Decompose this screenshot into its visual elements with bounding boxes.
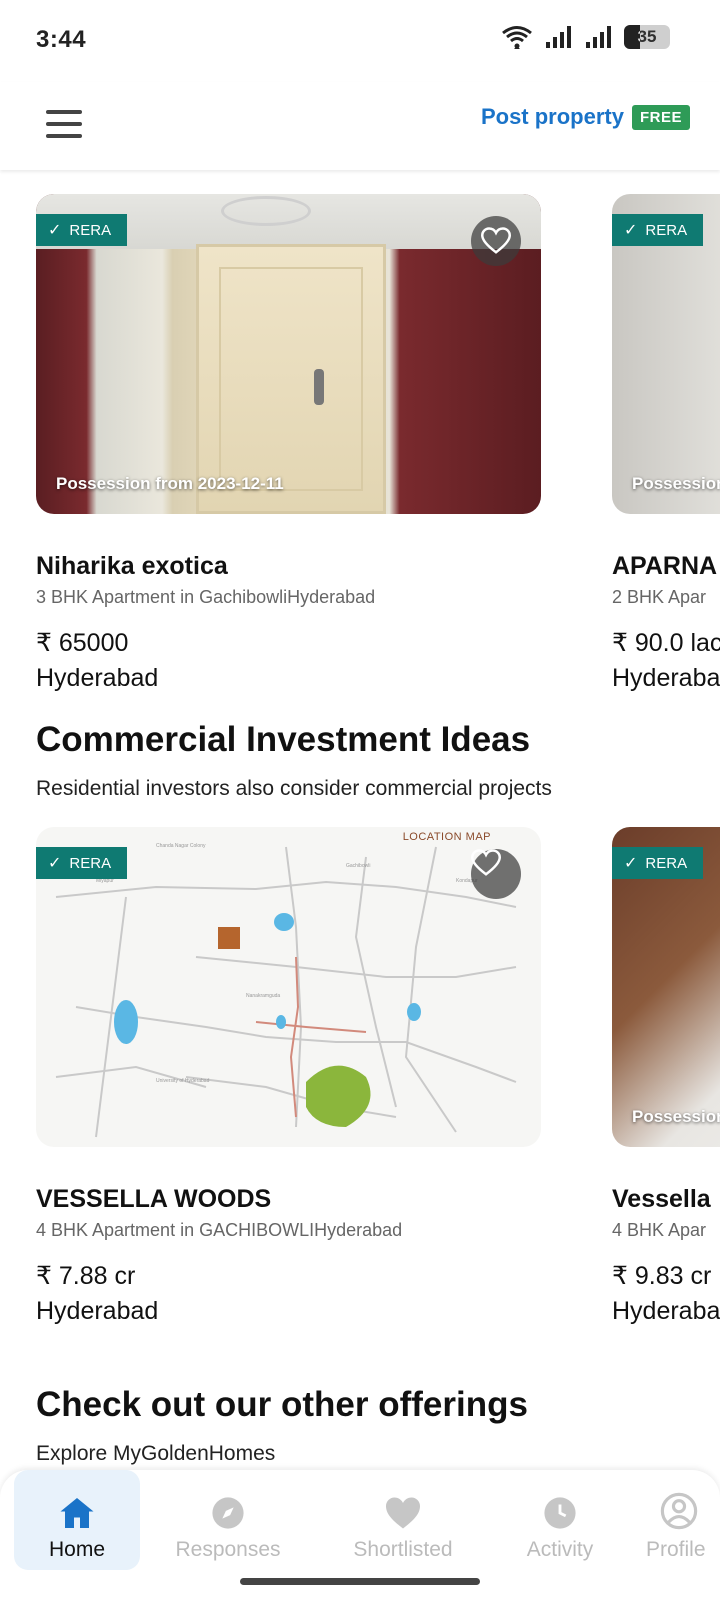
home-icon <box>60 1498 94 1528</box>
project-card[interactable]: ✓ RERA Possession from 2023-12-11 Nihari… <box>36 194 541 693</box>
wifi-icon <box>502 26 532 49</box>
nav-activity[interactable]: Activity <box>500 1470 620 1570</box>
status-icons: 35 <box>500 24 670 50</box>
post-property-label: Post property <box>480 104 624 129</box>
ceiling-fan-icon <box>221 196 311 226</box>
heart-icon <box>471 849 501 876</box>
check-icon: ✓ <box>48 855 62 872</box>
project-image[interactable]: ✓ RERA Possession <box>612 194 720 514</box>
possession-date: Possession <box>632 474 720 493</box>
shortlist-heart-button[interactable] <box>471 849 521 899</box>
signal-icon-2 <box>586 26 611 48</box>
section-subtitle-offerings: Explore MyGoldenHomes <box>36 1442 276 1465</box>
signal-icon-1 <box>546 26 571 48</box>
free-badge: FREE <box>631 104 690 130</box>
project-card[interactable]: Chanda Nagar Colony Miyapur Gachibowli K… <box>36 827 541 1326</box>
check-icon: ✓ <box>624 222 638 239</box>
project-price: ₹ 65000 <box>36 629 129 657</box>
nav-profile-label: Profile <box>646 1538 706 1561</box>
check-icon: ✓ <box>624 855 638 872</box>
rera-badge: ✓ RERA <box>36 214 128 246</box>
nav-profile[interactable]: Profile <box>646 1470 720 1570</box>
nav-home-label: Home <box>48 1538 106 1561</box>
project-city: Hyderabad <box>36 1297 159 1325</box>
map-title: LOCATION MAP <box>402 831 491 843</box>
clock-icon <box>544 1497 576 1529</box>
project-image[interactable]: ✓ RERA Possession from 2023-12-11 <box>36 194 541 514</box>
commercial-carousel[interactable]: Chanda Nagar Colony Miyapur Gachibowli K… <box>0 827 720 1337</box>
battery-level: 35 <box>637 27 657 46</box>
project-title: APARNA <box>612 552 718 580</box>
rera-label: RERA <box>645 221 688 239</box>
rera-badge: ✓ RERA <box>612 847 704 879</box>
project-price: ₹ 7.88 cr <box>36 1262 136 1290</box>
post-property-link[interactable]: Post property FREE <box>481 104 690 130</box>
project-title: VESSELLA WOODS <box>36 1185 272 1213</box>
svg-text:University of Hyderabad: University of Hyderabad <box>156 1078 210 1084</box>
rera-badge: ✓ RERA <box>36 847 128 879</box>
possession-date: Possession <box>632 1107 720 1126</box>
project-subtitle: 4 BHK Apartment in GACHIBOWLIHyderabad <box>36 1220 403 1240</box>
section-title-commercial: Commercial Investment Ideas <box>36 720 531 759</box>
rera-label: RERA <box>645 854 688 872</box>
svg-text:Nanakramguda: Nanakramguda <box>246 993 280 999</box>
project-price: ₹ 90.0 lac <box>612 629 720 657</box>
project-title: Niharika exotica <box>36 552 228 580</box>
project-city: Hyderabad <box>36 664 159 692</box>
rera-badge: ✓ RERA <box>612 214 704 246</box>
top-app-bar: Post property FREE <box>0 82 720 170</box>
svg-text:Chanda Nagar Colony: Chanda Nagar Colony <box>156 843 206 849</box>
nav-home[interactable]: Home <box>14 1470 140 1570</box>
battery-icon: 35 <box>624 25 670 49</box>
project-card[interactable]: ✓ RERA Possession Vessella 4 BHK Apar ₹ … <box>612 827 720 1326</box>
project-subtitle: 3 BHK Apartment in GachibowliHyderabad <box>36 587 376 607</box>
project-image[interactable]: ✓ RERA Possession <box>612 827 720 1147</box>
check-icon: ✓ <box>48 222 62 239</box>
possession-date: Possession from 2023-12-11 <box>56 474 284 493</box>
project-subtitle: 4 BHK Apar <box>612 1220 707 1240</box>
profile-icon <box>660 1492 698 1530</box>
project-price: ₹ 9.83 cr <box>612 1262 712 1290</box>
nav-shortlisted-label: Shortlisted <box>353 1538 453 1561</box>
nav-activity-label: Activity <box>526 1538 594 1561</box>
project-image[interactable]: Chanda Nagar Colony Miyapur Gachibowli K… <box>36 827 541 1147</box>
project-card[interactable]: ✓ RERA Possession APARNA 2 BHK Apar ₹ 90… <box>612 194 720 693</box>
hamburger-menu-icon[interactable] <box>46 102 90 146</box>
project-title: Vessella <box>612 1185 711 1213</box>
nav-responses[interactable]: Responses <box>160 1470 296 1570</box>
project-carousel[interactable]: ✓ RERA Possession from 2023-12-11 Nihari… <box>0 194 720 704</box>
home-indicator[interactable] <box>240 1578 480 1585</box>
rera-label: RERA <box>69 221 112 239</box>
project-city: Hyderaba <box>612 664 720 692</box>
project-subtitle: 2 BHK Apar <box>612 587 707 607</box>
svg-text:Gachibowli: Gachibowli <box>346 863 370 869</box>
status-time: 3:44 <box>36 26 87 53</box>
section-subtitle-commercial: Residential investors also consider comm… <box>36 777 552 800</box>
compass-icon <box>212 1497 244 1529</box>
nav-shortlisted[interactable]: Shortlisted <box>330 1470 476 1570</box>
section-title-offerings: Check out our other offerings <box>36 1385 528 1424</box>
project-city: Hyderaba <box>612 1297 720 1325</box>
heart-icon <box>386 1497 420 1529</box>
rera-label: RERA <box>69 854 112 872</box>
heart-icon <box>481 227 511 254</box>
status-bar: 3:44 35 <box>0 0 720 82</box>
nav-responses-label: Responses <box>175 1538 281 1561</box>
shortlist-heart-button[interactable] <box>471 216 521 266</box>
